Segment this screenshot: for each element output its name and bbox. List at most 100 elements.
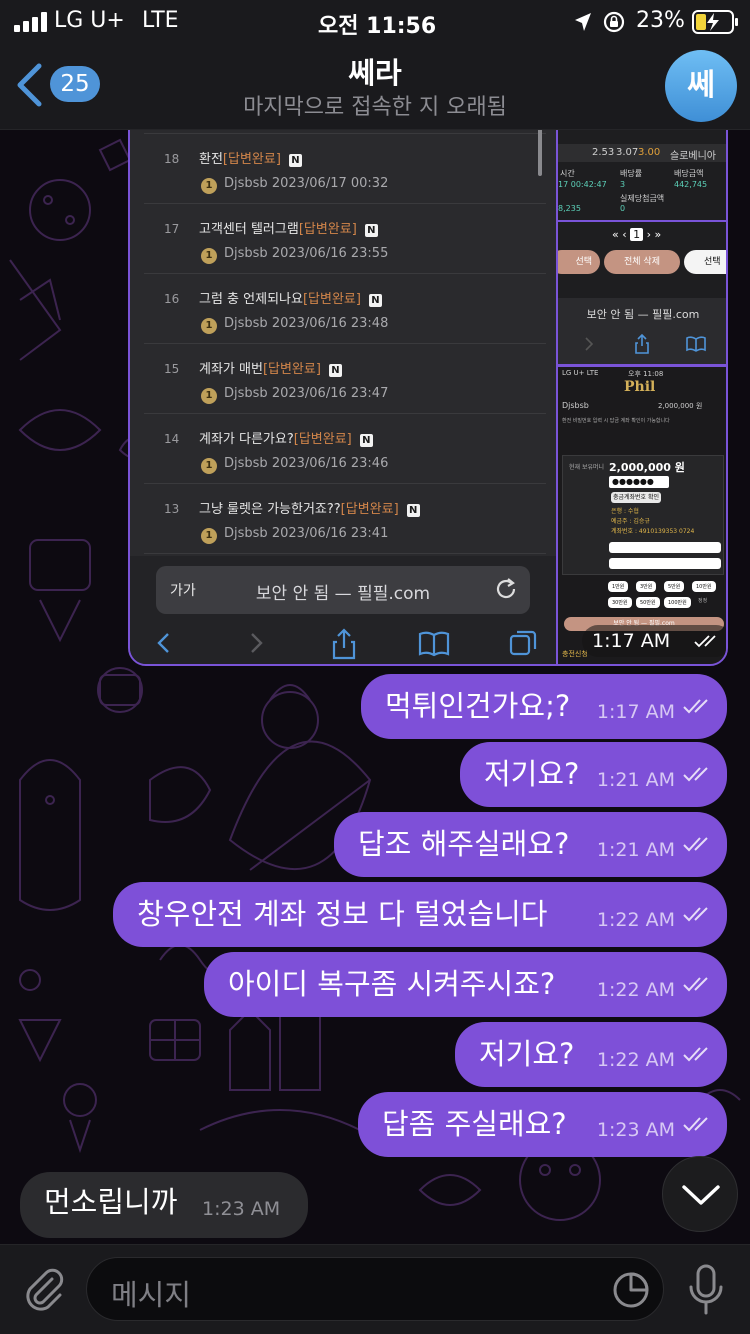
- unread-count-badge[interactable]: 25: [50, 66, 100, 102]
- slip-divider: [558, 220, 726, 222]
- row-meta: Djsbsb 2023/06/16 23:46: [224, 456, 389, 471]
- forward-icon: [251, 633, 263, 653]
- deposit-screenshot[interactable]: LG U+ LTE 오후 11:08 Phil Djsbsb 2,000,000…: [558, 367, 726, 664]
- read-checkmarks-icon: [683, 1047, 708, 1062]
- board-row[interactable]: 15 계좌가 매번[답변완료] N 1 Djsbsb 2023/06/16 23:…: [144, 344, 546, 414]
- slip-value: 442,745: [674, 180, 708, 189]
- chat-title[interactable]: 쎄라: [150, 50, 600, 92]
- back-icon: [157, 633, 169, 653]
- address-bar: 가가 보안 안 됨 — 필필.com: [156, 566, 530, 614]
- chat-header: 25 쎄라 마지막으로 접속한 지 오래됨 쎄: [0, 44, 750, 130]
- mini-url: 보안 안 됨 — 필필.com: [586, 308, 700, 321]
- odds-row: 2.53 3.07 3.00 슬로베니아: [558, 144, 726, 162]
- slip-label: 실제당첨금액: [620, 194, 665, 203]
- last-seen-status: 마지막으로 접속한 지 오래됨: [243, 95, 507, 120]
- orientation-lock-icon: [603, 11, 625, 33]
- read-checkmarks-icon: [683, 767, 708, 782]
- slip-label: 배당률: [620, 169, 643, 178]
- message-text: 먹튀인건가요;?: [385, 689, 571, 723]
- message-text: 먼소립니까: [44, 1185, 178, 1219]
- scroll-to-bottom-button[interactable]: [662, 1156, 738, 1232]
- message-time: 1:22 AM: [596, 979, 675, 1001]
- mini-share-icon: [635, 334, 649, 354]
- read-checkmarks-icon: [683, 837, 708, 852]
- outgoing-message[interactable]: 답조 해주실래요? 1:21 AM: [334, 812, 727, 877]
- mini-time: 오후 11:08: [628, 370, 664, 378]
- outgoing-message[interactable]: 저기요? 1:22 AM: [455, 1022, 727, 1087]
- read-checkmarks-icon: [683, 1117, 708, 1132]
- incoming-message[interactable]: 먼소립니까 1:23 AM: [20, 1172, 308, 1238]
- slip-value: 3: [620, 180, 626, 189]
- signal-icon: [14, 12, 47, 32]
- message-text: 저기요?: [479, 1037, 575, 1071]
- attach-icon[interactable]: [22, 1267, 68, 1313]
- slip-label: 시간: [560, 169, 575, 178]
- status-bar: LG U+ LTE 오전 11:56 23%: [0, 0, 750, 44]
- outgoing-message[interactable]: 답좀 주실래요? 1:23 AM: [358, 1092, 727, 1157]
- microphone-icon[interactable]: [686, 1263, 726, 1319]
- share-icon: [332, 628, 356, 660]
- board-row[interactable]: 16 그럼 충 언제되나요[답변완료] N 1 Djsbsb 2023/06/16…: [144, 274, 546, 344]
- board-row[interactable]: 17 고객센터 텔러그램[답변완료] N 1 Djsbsb 2023/06/16 …: [144, 204, 546, 274]
- back-chevron-icon[interactable]: [14, 62, 44, 108]
- mini-status: LG U+ LTE: [562, 369, 599, 377]
- outgoing-message[interactable]: 먹튀인건가요;? 1:17 AM: [361, 674, 727, 739]
- row-meta: Djsbsb 2023/06/16 23:47: [224, 386, 389, 401]
- mini-bookmarks-icon: [686, 336, 706, 352]
- battery-charging-icon: [692, 10, 738, 34]
- level-coin-icon: 1: [201, 458, 217, 474]
- browser-nav-row: [130, 628, 556, 662]
- board-row[interactable]: 14 계좌가 다른가요?[답변완료] N 1 Djsbsb 2023/06/16 …: [144, 414, 546, 484]
- message-time: 1:23 AM: [202, 1198, 281, 1220]
- message-placeholder: 메시지: [111, 1278, 192, 1312]
- read-checkmarks-icon: [683, 907, 708, 922]
- outgoing-message[interactable]: 저기요? 1:21 AM: [460, 742, 727, 807]
- select-button-2: 선택: [684, 250, 726, 274]
- row-meta: Djsbsb 2023/06/16 23:48: [224, 316, 389, 331]
- row-number: 16: [164, 292, 180, 306]
- level-coin-icon: 1: [201, 388, 217, 404]
- site-logo: Phil: [624, 379, 656, 395]
- network-type: LTE: [142, 8, 179, 33]
- mini-forward-icon: [585, 337, 594, 351]
- select-button: 선택: [558, 250, 600, 274]
- slip-label: 배당금액: [674, 169, 704, 178]
- message-time: 1:22 AM: [596, 1049, 675, 1071]
- message-text: 아이디 복구좀 시켜주시죠?: [228, 967, 556, 1001]
- message-time: 1:17 AM: [596, 701, 675, 723]
- site-notice: 환전 비밀번호 입력 시 답금 계좌 확인이 가능합니다: [562, 418, 670, 424]
- outgoing-message[interactable]: 창우안전 계좌 정보 다 털었습니다 1:22 AM: [113, 882, 727, 947]
- album-timestamp: 1:17 AM: [582, 625, 726, 657]
- bet-slip-screenshot[interactable]: 2.53 3.07 3.00 슬로베니아 시간 배당률 배당금액 17 00:4…: [558, 112, 726, 366]
- row-number: 14: [164, 432, 180, 446]
- deposit-form: 현재 보유머니 2,000,000 원 ●●●●●● 충금계좌번호 확인 은행 …: [562, 455, 724, 575]
- sticker-icon[interactable]: [611, 1270, 651, 1310]
- row-title: 환전[답변완료] N: [199, 148, 302, 167]
- amount-input: [609, 558, 721, 569]
- deposit-submit: 충전신청: [562, 650, 588, 658]
- photo-album-message[interactable]: Djsbsb 2023/06/17 01:15 18 환전[답변완료]N 1 D…: [128, 110, 728, 666]
- avatar[interactable]: 쎄: [665, 50, 737, 122]
- level-coin-icon: 1: [201, 318, 217, 334]
- message-time: 1:23 AM: [596, 1119, 675, 1141]
- message-text: 답조 해주실래요?: [358, 827, 570, 861]
- slip-value: 8,235: [558, 204, 581, 213]
- carrier-name: LG U+: [54, 8, 125, 33]
- row-title: 고객센터 텔러그램[답변완료] N: [199, 218, 378, 237]
- site-balance: 2,000,000 원: [658, 402, 703, 410]
- location-icon: [575, 13, 591, 31]
- message-field[interactable]: 메시지: [86, 1257, 664, 1321]
- board-screenshot[interactable]: Djsbsb 2023/06/17 01:15 18 환전[답변완료]N 1 D…: [130, 112, 556, 664]
- delete-all-button: 전체 삭제: [604, 250, 680, 274]
- row-title: 그럼 충 언제되나요[답변완료] N: [199, 288, 382, 307]
- safari-toolbar: 가가 보안 안 됨 — 필필.com: [130, 556, 556, 664]
- clock: 오전 11:56: [318, 14, 437, 39]
- row-title: 계좌가 매번[답변완료] N: [199, 358, 342, 377]
- board-row[interactable]: 18 환전[답변완료] N 1 Djsbsb 2023/06/17 00:32: [144, 134, 546, 204]
- board-row[interactable]: 13 그냥 룰렛은 가능한거죠??[답변완료] N 1 Djsbsb 2023/0…: [144, 484, 546, 554]
- message-time: 1:22 AM: [596, 909, 675, 931]
- chevron-down-icon: [682, 1185, 720, 1205]
- telegram-chat-screen: LG U+ LTE 오전 11:56 23% 25 쎄라 마지막으로 접속한 지…: [0, 0, 750, 1334]
- outgoing-message[interactable]: 아이디 복구좀 시켜주시죠? 1:22 AM: [204, 952, 727, 1017]
- level-coin-icon: 1: [201, 178, 217, 194]
